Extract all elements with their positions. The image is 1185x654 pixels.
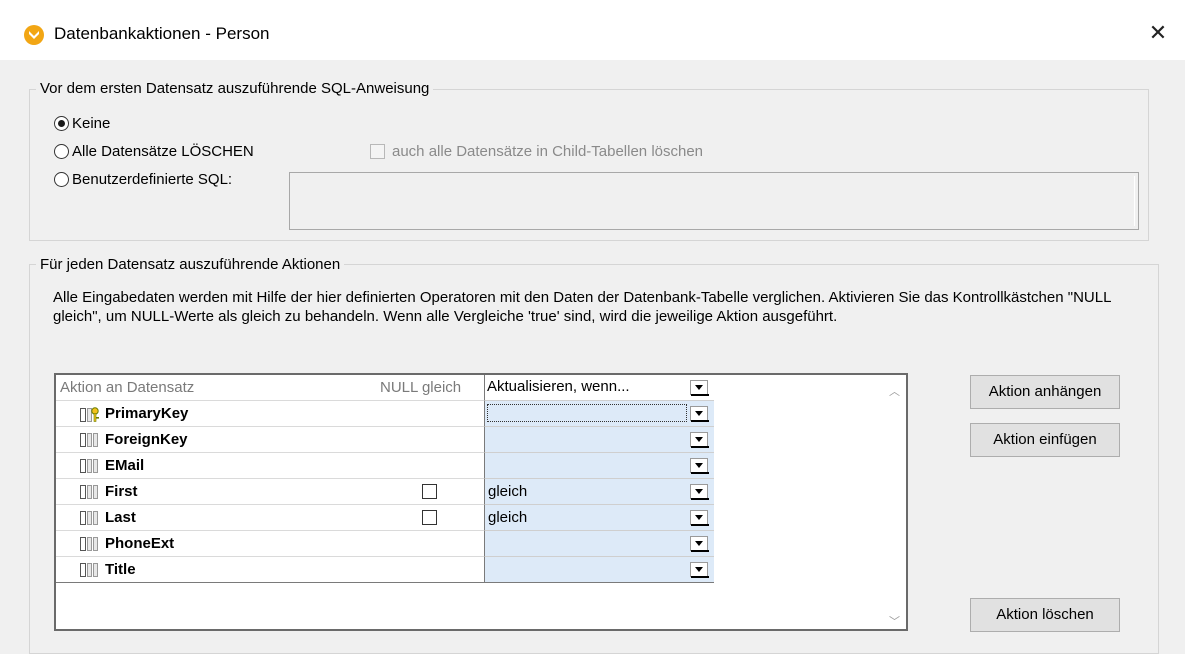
insert-action-button[interactable]: Aktion einfügen <box>970 423 1120 457</box>
column-name-cell[interactable]: PrimaryKey <box>56 400 484 426</box>
column-name-cell[interactable]: First <box>56 478 484 504</box>
child-tables-delete-checkbox[interactable] <box>370 144 385 159</box>
column-name: ForeignKey <box>105 431 188 448</box>
operator-cell[interactable] <box>484 530 714 556</box>
operator-cell[interactable]: gleich <box>484 478 714 504</box>
table-row[interactable]: Title <box>56 556 714 582</box>
column-name: First <box>105 483 138 500</box>
header-null-equal: NULL gleich <box>380 379 462 396</box>
column-icon <box>80 537 102 551</box>
close-button[interactable]: ✕ <box>1145 20 1171 46</box>
delete-action-button[interactable]: Aktion löschen <box>970 598 1120 632</box>
app-logo-icon <box>24 25 44 45</box>
focus-outline <box>487 404 687 422</box>
operator-dropdown-button[interactable] <box>690 536 709 552</box>
operator-dropdown-button[interactable] <box>690 432 709 448</box>
before-first-record-legend: Vor dem ersten Datensatz auszuführende S… <box>36 80 434 97</box>
operator-dropdown-button[interactable] <box>690 406 709 422</box>
operator-dropdown-button[interactable] <box>690 484 709 500</box>
table-row[interactable]: PrimaryKey <box>56 400 714 426</box>
vertical-scrollbar[interactable]: ︿ ﹀ <box>886 375 906 629</box>
radio-option-custom-sql[interactable]: Benutzerdefinierte SQL: <box>54 171 232 188</box>
column-name-cell[interactable]: PhoneExt <box>56 530 484 556</box>
radio-option-delete-all[interactable]: Alle Datensätze LÖSCHEN <box>54 143 254 160</box>
database-actions-dialog: Datenbankaktionen - Person ✕ Vor dem ers… <box>0 0 1185 654</box>
header-dropdown-button[interactable] <box>690 380 709 396</box>
column-name-cell[interactable]: ForeignKey <box>56 426 484 452</box>
append-action-button[interactable]: Aktion anhängen <box>970 375 1120 409</box>
radio-button[interactable] <box>54 116 69 131</box>
header-update-if-label: Aktualisieren, wenn... <box>487 378 630 395</box>
column-name: Title <box>105 561 136 578</box>
operator-dropdown-button[interactable] <box>690 458 709 474</box>
primary-key-column-icon <box>80 407 102 422</box>
table-row[interactable]: EMail <box>56 452 714 478</box>
custom-sql-field[interactable] <box>289 172 1139 230</box>
operator-dropdown-button[interactable] <box>690 562 709 578</box>
grid-bottom-border <box>56 582 714 583</box>
child-tables-delete-label: auch alle Datensätze in Child-Tabellen l… <box>392 143 704 160</box>
radio-option-none[interactable]: Keine <box>54 115 110 132</box>
table-row[interactable]: Last gleich <box>56 504 714 530</box>
operator-cell[interactable]: gleich <box>484 504 714 530</box>
column-icon <box>80 459 102 473</box>
operator-cell[interactable] <box>484 400 714 426</box>
actions-grid: Aktion an Datensatz NULL gleich Aktualis… <box>54 373 908 631</box>
table-row[interactable]: PhoneExt <box>56 530 714 556</box>
column-icon <box>80 433 102 447</box>
operator-value: gleich <box>488 483 528 500</box>
column-name: EMail <box>105 457 145 474</box>
table-row[interactable]: First gleich <box>56 478 714 504</box>
column-name: Last <box>105 509 136 526</box>
title-bar: Datenbankaktionen - Person ✕ <box>0 0 1185 60</box>
null-equal-checkbox[interactable] <box>422 510 437 525</box>
window-title: Datenbankaktionen - Person <box>54 24 270 43</box>
column-name-cell[interactable]: EMail <box>56 452 484 478</box>
column-icon <box>80 563 102 577</box>
null-equal-checkbox[interactable] <box>422 484 437 499</box>
column-icon <box>80 511 102 525</box>
scroll-up-icon[interactable]: ︿ <box>889 383 901 398</box>
column-name: PhoneExt <box>105 535 175 552</box>
radio-label-none: Keine <box>72 115 111 132</box>
radio-label-delete-all: Alle Datensätze LÖSCHEN <box>72 143 254 160</box>
radio-label-custom-sql: Benutzerdefinierte SQL: <box>72 171 233 188</box>
header-update-if[interactable]: Aktualisieren, wenn... <box>484 375 714 400</box>
radio-button[interactable] <box>54 144 69 159</box>
scroll-down-icon[interactable]: ﹀ <box>889 613 901 628</box>
per-record-actions-legend: Für jeden Datensatz auszuführende Aktion… <box>36 256 345 273</box>
header-action-on-record: Aktion an Datensatz <box>60 379 195 396</box>
operator-cell[interactable] <box>484 452 714 478</box>
operator-cell[interactable] <box>484 426 714 452</box>
operator-dropdown-button[interactable] <box>690 510 709 526</box>
column-name-cell[interactable]: Title <box>56 556 484 582</box>
table-row[interactable]: ForeignKey <box>56 426 714 452</box>
radio-button[interactable] <box>54 172 69 187</box>
child-tables-delete-checkbox-row[interactable]: auch alle Datensätze in Child-Tabellen l… <box>370 143 703 160</box>
column-icon <box>80 485 102 499</box>
grid-header: Aktion an Datensatz NULL gleich Aktualis… <box>56 375 714 400</box>
column-name-cell[interactable]: Last <box>56 504 484 530</box>
per-record-description: Alle Eingabedaten werden mit Hilfe der h… <box>53 289 1111 325</box>
column-name: PrimaryKey <box>105 405 189 422</box>
operator-cell[interactable] <box>484 556 714 582</box>
operator-value: gleich <box>488 509 528 526</box>
